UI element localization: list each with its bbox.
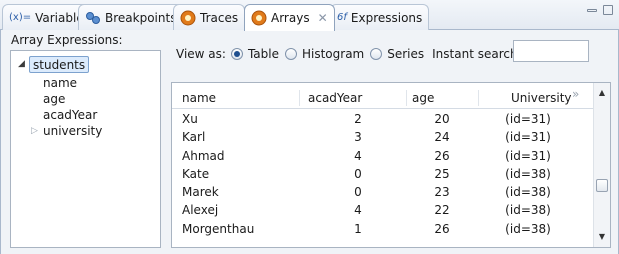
radio-button-selected[interactable]: [230, 48, 243, 60]
table-row[interactable]: Karl 3 24 (id=31): [172, 128, 593, 146]
arrays-view: Array Expressions: ◢ students name age a…: [0, 30, 619, 254]
array-table: name acadYear age University » Xu 2 20 (id=…: [171, 82, 611, 248]
cell-acadyear: 1: [354, 221, 362, 236]
cell-acadyear: 4: [354, 148, 362, 163]
expressions-icon: 6f: [337, 12, 347, 23]
radio-label: Table: [247, 47, 279, 61]
table-body: Xu 2 20 (id=31) Karl 3 24 (id=31) Ahmad 4 26 (id=31…: [172, 110, 593, 238]
tab-traces[interactable]: Traces: [173, 4, 246, 30]
cell-university: (id=38): [505, 166, 551, 181]
cell-university: (id=38): [505, 185, 551, 200]
tab-label: Traces: [200, 10, 239, 25]
cell-age: 23: [434, 185, 450, 200]
cell-acadyear: 4: [354, 203, 362, 218]
view-as-controls: View as: Table Histogram Series Instant …: [176, 45, 522, 63]
cell-university: (id=31): [505, 130, 551, 145]
cell-name: Karl: [182, 130, 206, 145]
tab-label: Expressions: [350, 10, 423, 25]
table-row[interactable]: Marek 0 23 (id=38): [172, 183, 593, 201]
arrays-icon: [251, 10, 267, 26]
tree-node-name[interactable]: name: [43, 75, 77, 92]
tree-node-university[interactable]: ▷ university: [11, 123, 160, 140]
table-row[interactable]: Ahmad 4 26 (id=31): [172, 147, 593, 165]
tree-node-label: students: [29, 56, 90, 73]
column-header-name[interactable]: name: [182, 87, 216, 109]
cell-age: 24: [434, 130, 450, 145]
minimize-icon[interactable]: [587, 9, 597, 12]
cell-name: Marek: [182, 185, 219, 200]
scroll-down-arrow-icon[interactable]: ▼: [594, 229, 610, 245]
tree-node-acadyear[interactable]: acadYear: [43, 107, 97, 124]
cell-age: 20: [434, 112, 450, 126]
cell-name: Xu: [182, 112, 198, 126]
cell-university: (id=31): [505, 148, 551, 163]
radio-label: Series: [387, 47, 425, 61]
array-expressions-tree[interactable]: ◢ students name age acadYear ▷ universit…: [10, 50, 161, 248]
cell-acadyear: 0: [354, 166, 362, 181]
tab-arrays[interactable]: Arrays ✕: [244, 4, 335, 31]
column-divider[interactable]: [478, 90, 479, 106]
cell-acadyear: 3: [354, 130, 362, 145]
view-tab-strip: (x)= Variables Breakpoints Traces Arrays: [0, 0, 619, 31]
tab-expressions[interactable]: 6f Expressions: [330, 4, 430, 30]
tree-node-students[interactable]: ◢ students: [11, 56, 160, 73]
cell-age: 25: [434, 166, 450, 181]
traces-icon: [180, 10, 196, 26]
cell-acadyear: 0: [354, 185, 362, 200]
table-row[interactable]: Morgenthau 1 26 (id=38): [172, 220, 593, 238]
maximize-icon[interactable]: [603, 5, 613, 15]
tab-breakpoints[interactable]: Breakpoints: [78, 4, 184, 30]
instant-search-input[interactable]: [513, 40, 589, 62]
cell-name: Ahmad: [182, 148, 225, 163]
cell-university: (id=38): [505, 203, 551, 218]
column-divider[interactable]: [299, 90, 300, 106]
cell-university: (id=38): [505, 221, 551, 236]
radio-button[interactable]: [370, 48, 383, 60]
cell-name: Morgenthau: [182, 221, 255, 236]
scrollbar-thumb[interactable]: [596, 179, 608, 192]
scroll-up-arrow-icon[interactable]: ▲: [594, 85, 610, 101]
expanded-arrow-icon[interactable]: ◢: [18, 56, 25, 73]
radio-histogram[interactable]: Histogram: [284, 47, 365, 61]
variables-icon: (x)=: [9, 12, 32, 23]
table-row[interactable]: Kate 0 25 (id=38): [172, 165, 593, 183]
cell-age: 26: [434, 148, 450, 163]
instant-search-label: Instant search:: [432, 47, 522, 61]
tree-node-age[interactable]: age: [43, 91, 65, 108]
cell-age: 26: [434, 221, 450, 236]
column-divider[interactable]: [406, 90, 407, 106]
view-as-label: View as:: [176, 47, 226, 61]
window-controls: [587, 5, 613, 15]
cell-name: Kate: [182, 166, 210, 181]
column-header-university[interactable]: University: [511, 87, 572, 109]
tab-label: Arrays: [271, 11, 310, 25]
table-row[interactable]: Xu 2 20 (id=31): [172, 110, 593, 128]
column-header-age[interactable]: age: [412, 87, 434, 109]
vertical-scrollbar[interactable]: ▲ ▼: [593, 83, 610, 247]
radio-table[interactable]: Table: [230, 47, 279, 61]
table-header: name acadYear age University »: [172, 87, 593, 109]
table-row[interactable]: Alexej 4 22 (id=38): [172, 201, 593, 219]
radio-button[interactable]: [284, 48, 297, 60]
tree-node-label: university: [43, 124, 103, 138]
close-icon[interactable]: ✕: [318, 11, 328, 25]
cell-age: 22: [434, 203, 450, 218]
tab-label: Breakpoints: [105, 10, 177, 25]
cell-acadyear: 2: [354, 112, 362, 126]
radio-series[interactable]: Series: [370, 47, 424, 61]
collapsed-arrow-icon[interactable]: ▷: [31, 123, 38, 140]
column-header-acadyear[interactable]: acadYear: [308, 87, 362, 109]
breakpoints-icon: [85, 10, 101, 26]
array-expressions-label: Array Expressions:: [11, 33, 123, 47]
radio-label: Histogram: [301, 47, 365, 61]
cell-university: (id=31): [505, 112, 551, 126]
cell-name: Alexej: [182, 203, 219, 218]
more-columns-icon[interactable]: »: [572, 87, 579, 101]
